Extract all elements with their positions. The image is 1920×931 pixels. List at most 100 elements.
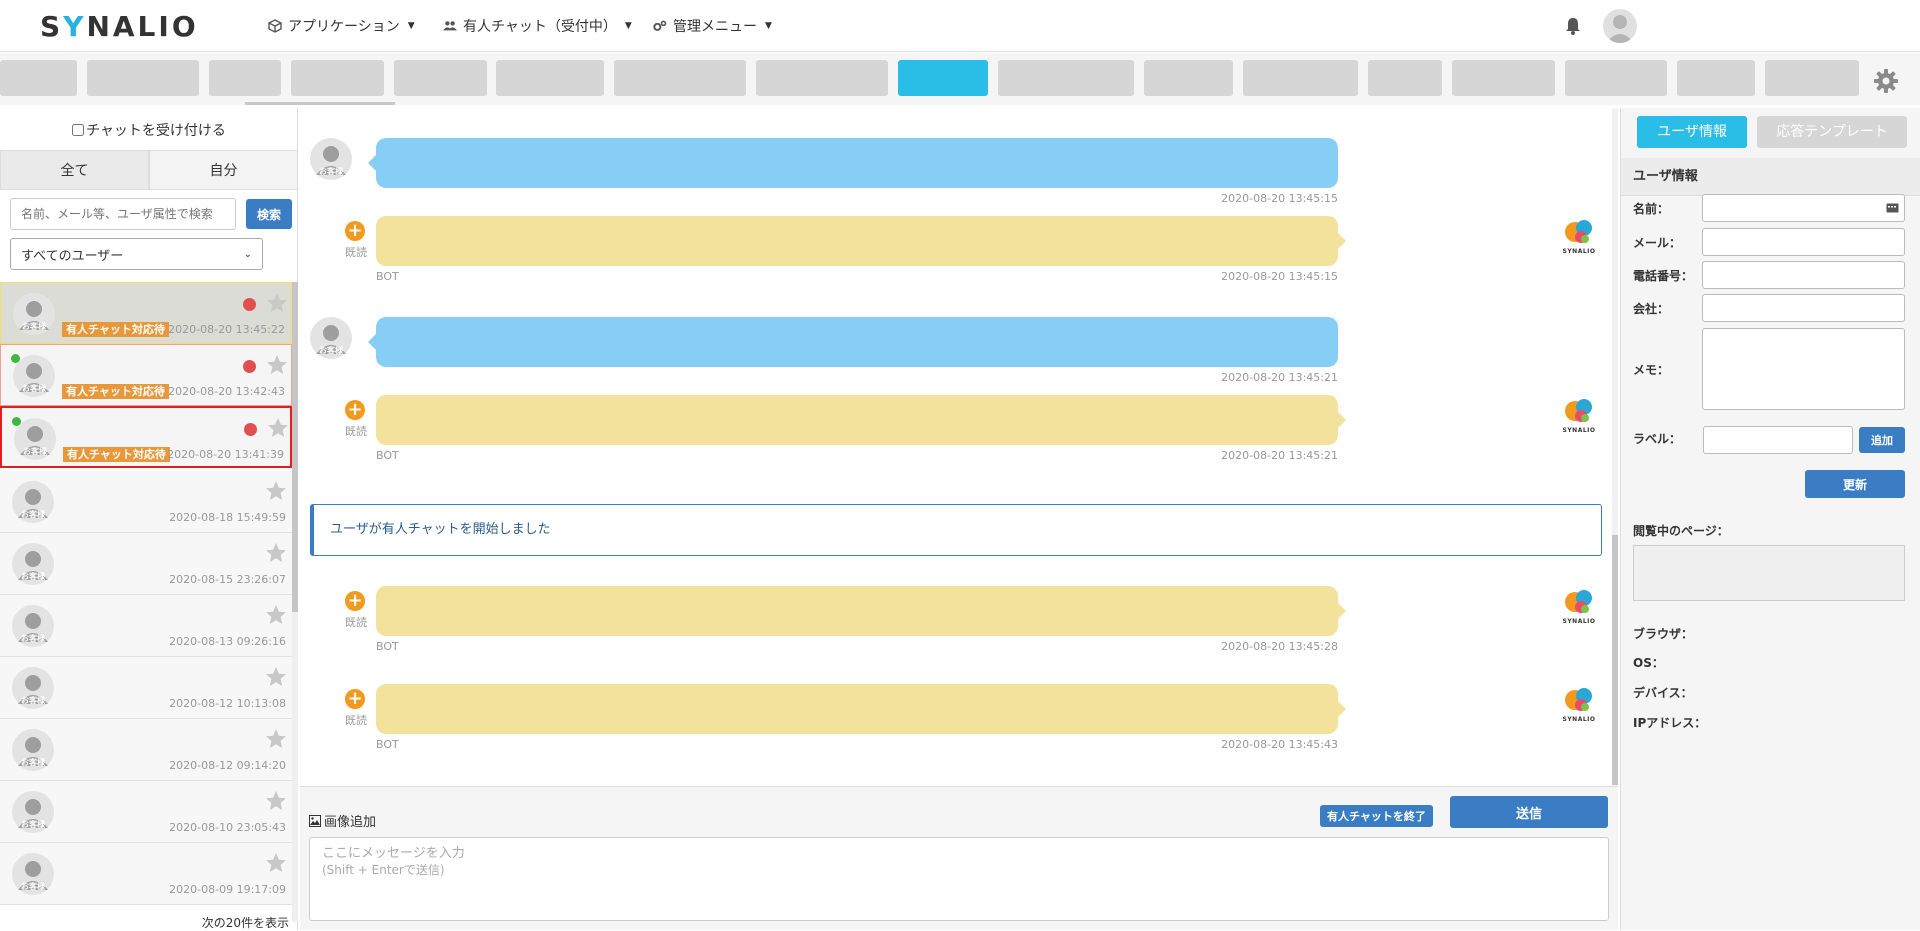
accept-chat-toggle[interactable]: チャットを受け付ける (0, 120, 298, 140)
chat-list-item[interactable]: お客様 2020-08-12 09:14:20 (0, 719, 292, 781)
device-label: デバイス： (1633, 686, 1693, 700)
conversation-tab[interactable] (291, 60, 384, 96)
bot-message-bubble (376, 395, 1346, 445)
tab-mine[interactable]: 自分 (149, 150, 298, 190)
conversation-tab-active[interactable] (898, 60, 988, 96)
customer-avatar: お客様 (13, 293, 55, 335)
star-icon[interactable] (265, 604, 287, 626)
nav-applications[interactable]: アプリケーション ▼ (268, 16, 415, 36)
company-field[interactable] (1702, 294, 1905, 322)
bot-logo-text: SYNALIO (1562, 618, 1596, 625)
tab-all[interactable]: 全て (0, 150, 149, 190)
bot-name: BOT (376, 449, 399, 462)
conversation-tab[interactable] (1368, 60, 1442, 96)
chat-timestamp: 2020-08-12 10:13:08 (169, 697, 286, 710)
conversation-tab[interactable] (0, 60, 77, 96)
conversation-tab[interactable] (496, 60, 604, 96)
system-notice: ユーザが有人チャットを開始しました (310, 504, 1602, 556)
plus-icon[interactable]: + (345, 591, 365, 611)
chat-list-item[interactable]: お客様 2020-08-10 23:05:43 (0, 781, 292, 843)
plus-icon[interactable]: + (345, 221, 365, 241)
conversation-tab[interactable] (1452, 60, 1555, 96)
chat-list-item[interactable]: お客様 有人チャット対応待 2020-08-20 13:45:22 (0, 282, 292, 344)
tab-strip-scrollbar[interactable] (245, 102, 395, 105)
chat-list-item[interactable]: お客様 2020-08-12 10:13:08 (0, 657, 292, 719)
viewing-page-label: 閲覧中のページ： (1633, 524, 1729, 538)
name-field[interactable] (1702, 194, 1905, 222)
memo-label: メモ： (1633, 363, 1670, 377)
star-icon[interactable] (266, 354, 288, 376)
chat-list-item[interactable]: お客様 2020-08-13 09:26:16 (0, 595, 292, 657)
waiting-badge: 有人チャット対応待 (62, 384, 169, 399)
tab-response-template[interactable]: 応答テンプレート (1757, 116, 1907, 148)
plus-icon[interactable]: + (345, 689, 365, 709)
chat-list-item[interactable]: お客様 有人チャット対応待 2020-08-20 13:41:39 (0, 406, 292, 468)
chat-list-item[interactable]: お客様 2020-08-18 15:49:59 (0, 471, 292, 533)
add-label-button[interactable]: 追加 (1859, 427, 1905, 453)
contact-card-icon (1886, 203, 1899, 213)
end-chat-button[interactable]: 有人チャットを終了 (1320, 805, 1433, 827)
synalio-logo[interactable]: SYNALIO (40, 10, 199, 43)
load-more-link[interactable]: 次の20件を表示 (202, 914, 289, 931)
chat-list-item[interactable]: お客様 2020-08-15 23:26:07 (0, 533, 292, 595)
conversation-tab[interactable] (1565, 60, 1667, 96)
star-icon[interactable] (265, 852, 287, 874)
chat-timestamp: 2020-08-13 09:26:16 (169, 635, 286, 648)
star-icon[interactable] (265, 480, 287, 502)
star-icon[interactable] (265, 666, 287, 688)
send-button[interactable]: 送信 (1450, 796, 1608, 828)
conversation-tab[interactable] (1677, 60, 1755, 96)
phone-field[interactable] (1702, 261, 1905, 289)
customer-avatar: お客様 (309, 137, 353, 181)
plus-icon[interactable]: + (345, 400, 365, 420)
unread-indicator (244, 423, 257, 436)
accept-chat-checkbox[interactable] (72, 124, 85, 136)
nav-manned-chat[interactable]: 有人チャット（受付中） ▼ (443, 16, 632, 36)
conversation-tab[interactable] (614, 60, 746, 96)
star-icon[interactable] (266, 292, 288, 314)
user-search-input[interactable] (10, 198, 236, 230)
nav-applications-label: アプリケーション (288, 19, 400, 35)
chat-scrollbar[interactable] (1612, 535, 1618, 785)
conversation-tab[interactable] (756, 60, 888, 96)
conversation-tab[interactable] (998, 60, 1134, 96)
online-indicator (11, 354, 20, 363)
user-filter-select[interactable]: すべてのユーザー ⌄ (10, 238, 263, 270)
customer-avatar: お客様 (12, 605, 54, 647)
browser-label: ブラウザ： (1633, 627, 1694, 641)
chat-list-scrollbar[interactable] (292, 282, 298, 612)
conversation-tab[interactable] (87, 60, 199, 96)
bell-icon[interactable] (1563, 16, 1583, 36)
image-add-label: 画像追加 (324, 815, 377, 830)
conversation-tab[interactable] (209, 60, 281, 96)
star-icon[interactable] (267, 417, 289, 439)
star-icon[interactable] (265, 542, 287, 564)
chat-timestamp: 2020-08-12 09:14:20 (169, 759, 286, 772)
user-avatar[interactable] (1603, 9, 1637, 43)
nav-admin-menu[interactable]: 管理メニュー ▼ (653, 16, 772, 36)
customer-avatar: お客様 (12, 791, 54, 833)
tab-user-info[interactable]: ユーザ情報 (1637, 116, 1747, 148)
email-label: メール： (1633, 236, 1682, 250)
search-button[interactable]: 検索 (246, 199, 292, 229)
chat-list-item[interactable]: お客様 2020-08-09 19:17:09 (0, 843, 292, 905)
customer-avatar: お客様 (310, 138, 352, 180)
conversation-tab[interactable] (394, 60, 487, 96)
chat-list-item[interactable]: お客様 有人チャット対応待 2020-08-20 13:42:43 (0, 344, 292, 406)
star-icon[interactable] (265, 728, 287, 750)
update-button[interactable]: 更新 (1805, 470, 1905, 498)
email-field[interactable] (1702, 228, 1905, 256)
bot-name: BOT (376, 640, 399, 653)
conversation-tab[interactable] (1144, 60, 1233, 96)
gear-icon[interactable] (1873, 68, 1899, 94)
image-add-button[interactable]: 画像追加 (309, 811, 376, 830)
conversation-tab[interactable] (1243, 60, 1358, 96)
message-input[interactable]: ここにメッセージを入力 (Shift + Enterで送信) (309, 837, 1609, 921)
chat-timestamp: 2020-08-15 23:26:07 (169, 573, 286, 586)
star-icon[interactable] (265, 790, 287, 812)
customer-avatar: お客様 (310, 317, 352, 359)
label-field[interactable] (1703, 426, 1853, 454)
label-label: ラベル： (1633, 432, 1682, 446)
conversation-tab[interactable] (1765, 60, 1859, 96)
memo-field[interactable] (1702, 328, 1905, 410)
